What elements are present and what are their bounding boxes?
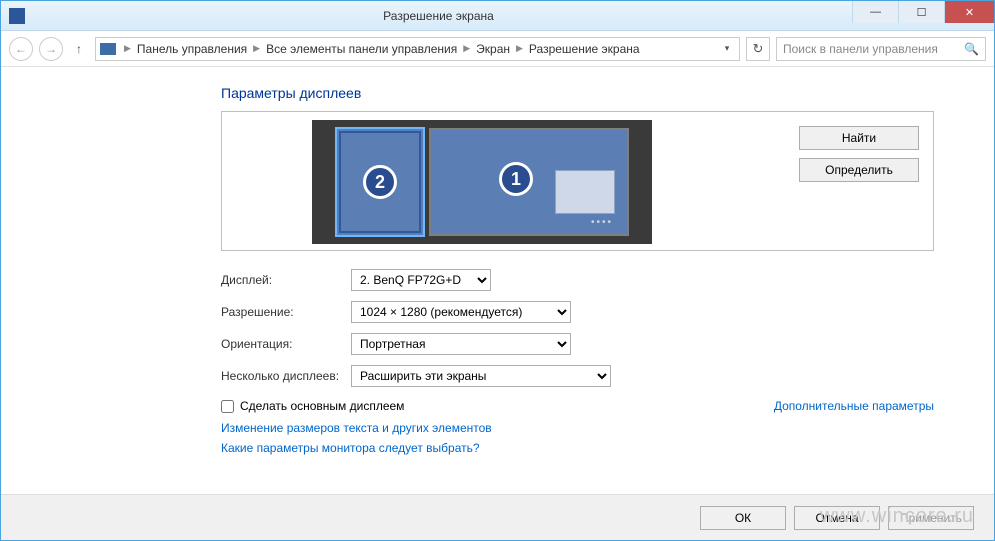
chevron-right-icon: ▶ — [251, 43, 262, 54]
monitor-number: 2 — [363, 165, 397, 199]
close-button[interactable]: ✕ — [944, 1, 994, 23]
breadcrumb-item[interactable]: Панель управления — [135, 42, 249, 56]
orientation-select[interactable]: Портретная — [351, 333, 571, 355]
search-placeholder: Поиск в панели управления — [783, 42, 938, 56]
breadcrumb-item[interactable]: Все элементы панели управления — [264, 42, 459, 56]
detect-button[interactable]: Определить — [799, 158, 919, 182]
dialog-footer: ОК Отмена Применить www.wincore.ru — [1, 494, 994, 540]
breadcrumb-item[interactable]: Экран — [474, 42, 512, 56]
display-label: Дисплей: — [221, 273, 351, 287]
navbar: ← → ↑ ▶ Панель управления ▶ Все элементы… — [1, 31, 994, 67]
which-params-link[interactable]: Какие параметры монитора следует выбрать… — [221, 441, 934, 455]
taskbar-icon: •••• — [591, 217, 613, 228]
titlebar: Разрешение экрана — ☐ ✕ — [1, 1, 994, 31]
breadcrumb[interactable]: ▶ Панель управления ▶ Все элементы панел… — [95, 37, 740, 61]
breadcrumb-item[interactable]: Разрешение экрана — [527, 42, 642, 56]
nav-forward-button[interactable]: → — [39, 37, 63, 61]
advanced-settings-link[interactable]: Дополнительные параметры — [774, 399, 934, 413]
minimize-button[interactable]: — — [852, 1, 898, 23]
search-icon: 🔍 — [964, 42, 979, 56]
chevron-right-icon: ▶ — [122, 43, 133, 54]
ok-button[interactable]: ОК — [700, 506, 786, 530]
nav-back-button[interactable]: ← — [9, 37, 33, 61]
chevron-down-icon[interactable]: ▾ — [719, 43, 735, 54]
app-icon — [9, 8, 25, 24]
nav-up-button[interactable]: ↑ — [69, 42, 89, 56]
make-primary-checkbox[interactable] — [221, 400, 234, 413]
apply-button: Применить — [888, 506, 974, 530]
display-preview: 2 1 •••• Найти Определить — [221, 111, 934, 251]
resolution-select[interactable]: 1024 × 1280 (рекомендуется) — [351, 301, 571, 323]
control-panel-icon — [100, 43, 116, 55]
content-area: Параметры дисплеев 2 1 •••• Найти Опреде… — [1, 67, 994, 494]
text-size-link[interactable]: Изменение размеров текста и других элеме… — [221, 421, 934, 435]
window-title: Разрешение экрана — [25, 9, 852, 23]
find-button[interactable]: Найти — [799, 126, 919, 150]
refresh-button[interactable]: ↻ — [746, 37, 770, 61]
multiple-displays-select[interactable]: Расширить эти экраны — [351, 365, 611, 387]
chevron-right-icon: ▶ — [461, 43, 472, 54]
orientation-label: Ориентация: — [221, 337, 351, 351]
monitor-1[interactable]: 1 •••• — [429, 128, 629, 236]
search-input[interactable]: Поиск в панели управления 🔍 — [776, 37, 986, 61]
page-heading: Параметры дисплеев — [221, 85, 934, 101]
window-controls: — ☐ ✕ — [852, 1, 994, 30]
resolution-label: Разрешение: — [221, 305, 351, 319]
maximize-button[interactable]: ☐ — [898, 1, 944, 23]
monitor-number: 1 — [499, 162, 533, 196]
chevron-right-icon: ▶ — [514, 43, 525, 54]
display-select[interactable]: 2. BenQ FP72G+D — [351, 269, 491, 291]
multiple-displays-label: Несколько дисплеев: — [221, 369, 351, 383]
desktop-icon — [555, 170, 615, 214]
display-arrangement[interactable]: 2 1 •••• — [312, 120, 652, 244]
cancel-button[interactable]: Отмена — [794, 506, 880, 530]
monitor-2[interactable]: 2 — [335, 127, 425, 237]
screen-resolution-window: Разрешение экрана — ☐ ✕ ← → ↑ ▶ Панель у… — [0, 0, 995, 541]
make-primary-label: Сделать основным дисплеем — [240, 399, 404, 413]
